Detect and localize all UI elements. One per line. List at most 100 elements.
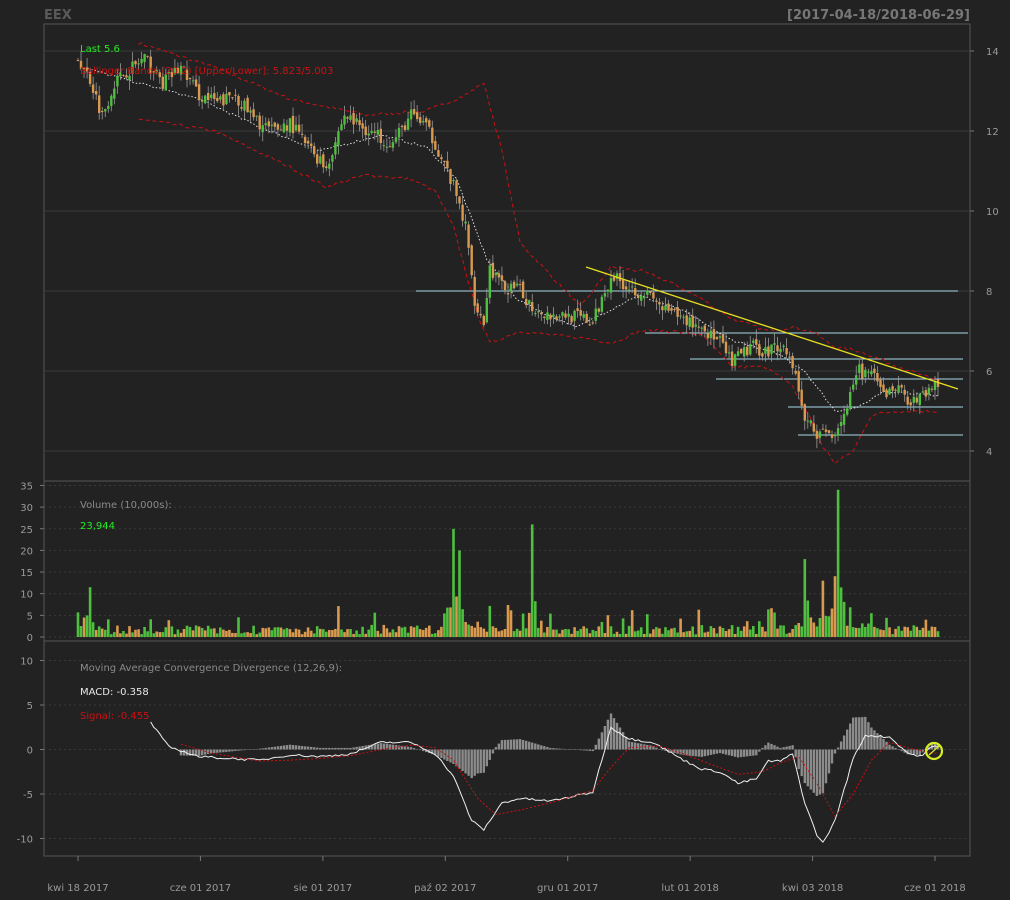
macd-histogram-bar: [197, 749, 201, 756]
volume-bar: [818, 618, 822, 637]
macd-histogram-bar: [637, 743, 640, 750]
volume-bar: [358, 634, 361, 637]
macd-histogram-bar: [791, 745, 794, 750]
volume-bar: [839, 587, 843, 637]
candle-body: [434, 141, 437, 150]
candle-body: [730, 351, 734, 366]
macd-histogram-bar: [319, 747, 322, 750]
candle-body: [585, 313, 588, 323]
macd-histogram-bar: [767, 742, 770, 750]
candle-body: [727, 352, 731, 354]
volume-bar: [379, 633, 383, 637]
volume-bar: [758, 621, 761, 637]
candle-body: [337, 131, 340, 146]
macd-histogram-bar: [228, 749, 231, 752]
macd-histogram-bar: [564, 749, 567, 750]
macd-histogram-bar: [270, 747, 273, 750]
candle-body: [488, 265, 491, 298]
volume-bar: [933, 627, 937, 637]
volume-bar: [715, 633, 719, 637]
candle-body: [201, 100, 204, 102]
candle-body: [428, 120, 431, 127]
volume-bar: [745, 621, 749, 637]
volume-bar: [646, 614, 649, 637]
volume-bar: [155, 631, 158, 637]
macd-histogram-bar: [543, 746, 546, 750]
candle-body: [452, 180, 455, 181]
candle-body: [815, 430, 819, 439]
volume-bar: [125, 633, 128, 637]
macd-histogram-bar: [861, 717, 864, 750]
macd-histogram-bar: [521, 740, 525, 750]
macd-histogram-bar: [567, 749, 570, 750]
volume-bar: [630, 610, 634, 637]
macd-histogram-bar: [179, 749, 183, 756]
volume-bar: [909, 630, 912, 637]
x-tick-label: gru 01 2017: [537, 883, 598, 894]
macd-histogram-bar: [473, 749, 476, 776]
macd-histogram-bar: [815, 749, 819, 796]
macd-histogram-bar: [549, 747, 552, 750]
macd-histogram-bar: [703, 749, 706, 757]
candle-body: [379, 128, 382, 143]
volume-bar: [739, 630, 743, 637]
candle-body: [634, 288, 637, 296]
macd-histogram-bar: [697, 749, 700, 757]
candle-body: [609, 278, 613, 293]
macd-histogram-bar: [646, 744, 649, 750]
macd-histogram-bar: [555, 748, 558, 750]
macd-histogram-bar: [343, 747, 346, 750]
macd-histogram-bar: [219, 749, 222, 753]
volume-bar: [867, 623, 870, 637]
candle-body: [888, 388, 891, 395]
candle-body: [491, 262, 495, 278]
candle-body: [752, 340, 755, 343]
volume-bar: [636, 630, 640, 637]
volume-bar: [158, 632, 162, 637]
candle-body: [322, 154, 325, 168]
volume-bar: [421, 630, 425, 637]
volume-bar: [337, 606, 340, 637]
volume-tick-label: 5: [27, 611, 33, 622]
volume-bar: [434, 633, 437, 637]
macd-histogram-bar: [655, 747, 658, 750]
volume-bar: [534, 601, 537, 637]
volume-bar: [303, 631, 307, 637]
volume-bar: [579, 628, 582, 637]
candle-body: [740, 349, 743, 354]
chart-ticker: EEX: [44, 8, 72, 23]
volume-bar: [431, 633, 434, 637]
candle-body: [249, 110, 252, 113]
macd-histogram-bar: [858, 717, 861, 750]
candle-body: [546, 312, 549, 320]
volume-bar: [370, 624, 373, 637]
volume-tick-label: 20: [20, 546, 33, 557]
candle-body: [576, 308, 579, 311]
macd-histogram-bar: [833, 749, 837, 754]
macd-histogram-bar: [376, 743, 379, 750]
candle-body: [743, 347, 746, 357]
macd-histogram-bar: [500, 740, 504, 750]
candle-body: [267, 121, 270, 127]
volume-bar: [458, 550, 461, 637]
macd-histogram-bar: [491, 749, 495, 754]
volume-bar: [649, 633, 652, 637]
candle-body: [540, 312, 543, 315]
volume-bar: [203, 630, 207, 637]
volume-title: Volume (10,000s):: [80, 500, 172, 511]
volume-bar: [391, 629, 395, 637]
candle-body: [933, 381, 937, 390]
candle-body: [134, 60, 137, 65]
volume-bar: [94, 630, 98, 637]
volume-bar: [876, 628, 879, 637]
macd-title: Moving Average Convergence Divergence (1…: [80, 663, 342, 674]
macd-histogram-bar: [876, 733, 879, 750]
macd-histogram-bar: [836, 747, 840, 750]
price-tick-label: 14: [986, 47, 999, 58]
date-range: [2017-04-18/2018-06-29]: [787, 8, 970, 23]
volume-bar: [854, 627, 858, 637]
macd-histogram-bar: [240, 749, 243, 751]
macd-histogram-bar: [570, 749, 573, 750]
candle-body: [297, 124, 301, 132]
price-tick-label: 8: [986, 287, 992, 298]
